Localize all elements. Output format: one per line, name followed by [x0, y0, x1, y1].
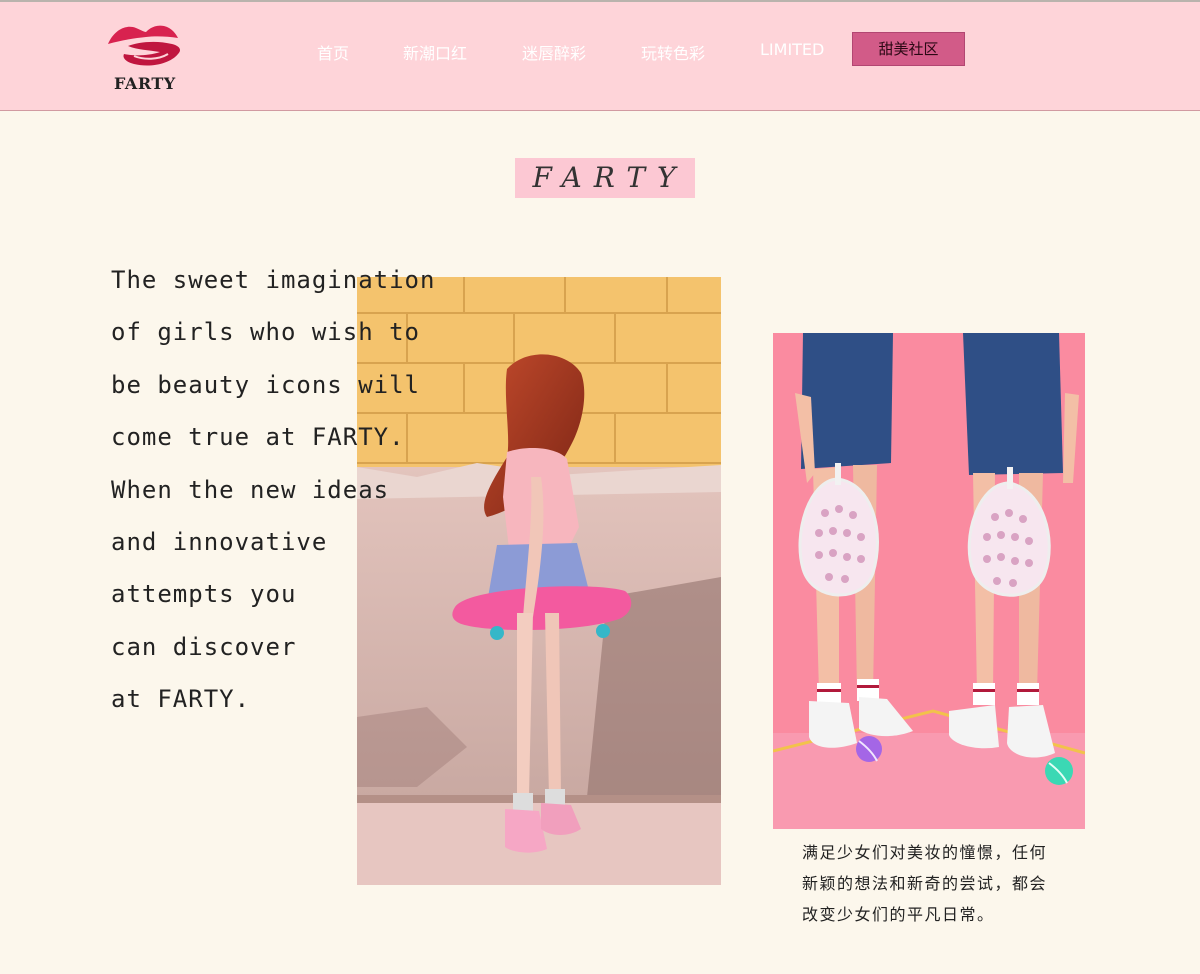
nav-item-limited[interactable]: LIMITED [760, 40, 824, 59]
nav-item-home[interactable]: 首页 [317, 40, 349, 64]
nav-item-lipstick[interactable]: 新潮口红 [403, 40, 467, 64]
english-line: attempts you [111, 580, 297, 609]
nav-item-colors[interactable]: 玩转色彩 [641, 40, 705, 64]
nav-item-lip-color[interactable]: 迷唇醉彩 [522, 40, 586, 64]
site-logo[interactable]: FARTY [104, 20, 184, 95]
english-paragraph: The sweet imagination of girls who wish … [111, 254, 491, 726]
english-line: and innovative [111, 528, 328, 557]
english-line: When the new ideas [111, 475, 390, 504]
chinese-line: 满足少女们对美妆的憧憬，任何 [802, 843, 1048, 862]
community-button[interactable]: 甜美社区 [852, 32, 965, 66]
brand-title: FARTY [515, 158, 695, 198]
chinese-line: 改变少女们的平凡日常。 [802, 905, 995, 924]
english-line: be beauty icons will [111, 370, 420, 399]
english-line: at FARTY. [111, 685, 251, 714]
english-line: can discover [111, 632, 297, 661]
english-line: of girls who wish to [111, 318, 420, 347]
english-line: come true at FARTY. [111, 423, 405, 452]
rackets-photo [773, 333, 1085, 829]
english-line: The sweet imagination [111, 266, 436, 294]
chinese-line: 新颖的想法和新奇的尝试，都会 [802, 874, 1048, 893]
site-header: FARTY 首页 新潮口红 迷唇醉彩 玩转色彩 LIMITED 甜美社区 [0, 2, 1200, 111]
chinese-paragraph: 满足少女们对美妆的憧憬，任何 新颖的想法和新奇的尝试，都会 改变少女们的平凡日常… [802, 837, 1082, 930]
lips-logo-icon [108, 25, 180, 66]
logo-text: FARTY [114, 74, 176, 93]
